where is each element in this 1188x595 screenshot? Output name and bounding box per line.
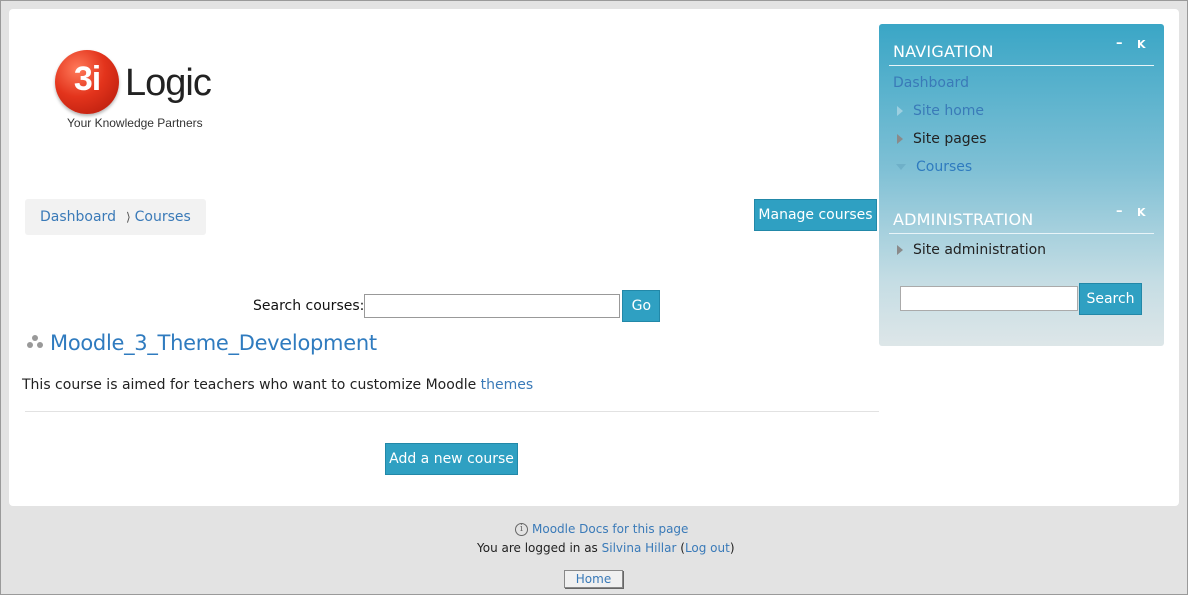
course-search-form: Search courses: Go: [253, 290, 661, 322]
course-heading: Moodle_3_Theme_Development: [27, 331, 377, 355]
add-course-button[interactable]: Add a new course: [385, 443, 518, 475]
nav-site-pages-label: Site pages: [913, 131, 987, 147]
breadcrumb-dashboard[interactable]: Dashboard: [40, 209, 116, 225]
hide-block-icon[interactable]: K: [1137, 38, 1146, 51]
search-courses-label: Search courses:: [253, 298, 365, 314]
login-info-text: You are logged in as: [477, 541, 602, 555]
moodle-docs-link[interactable]: Moodle Docs for this page: [532, 522, 688, 536]
manage-courses-button[interactable]: Manage courses: [754, 199, 877, 231]
course-summary: This course is aimed for teachers who wa…: [22, 377, 533, 393]
go-button[interactable]: Go: [622, 290, 661, 322]
navigation-divider: [889, 65, 1154, 66]
nav-site-pages[interactable]: Site pages: [897, 131, 987, 147]
breadcrumb-courses[interactable]: Courses: [135, 209, 191, 225]
expand-arrow-icon[interactable]: [897, 134, 903, 144]
sidebar: NAVIGATION – K Dashboard Site home Site …: [879, 24, 1164, 346]
moodle-docs: i Moodle Docs for this page: [515, 522, 688, 536]
breadcrumb-separator: ⟩: [125, 210, 131, 224]
nav-site-administration[interactable]: Site administration: [897, 242, 1046, 258]
collapse-arrow-icon[interactable]: [896, 164, 906, 170]
administration-block-title: ADMINISTRATION: [893, 210, 1034, 229]
site-logo[interactable]: 3i Logic Your Knowledge Partners: [55, 50, 225, 140]
breadcrumb: Dashboard ⟩ Courses: [25, 199, 206, 235]
admin-search-input[interactable]: [900, 286, 1078, 311]
dock-icon[interactable]: –: [1116, 204, 1123, 219]
logo-word: Logic: [125, 62, 212, 104]
course-icon: [27, 334, 44, 352]
logout-link[interactable]: Log out: [685, 541, 730, 555]
nav-dashboard[interactable]: Dashboard: [893, 75, 969, 91]
nav-site-home-link[interactable]: Site home: [913, 103, 984, 119]
administration-divider: [889, 233, 1154, 234]
hide-block-icon[interactable]: K: [1137, 206, 1146, 219]
course-summary-text: This course is aimed for teachers who wa…: [22, 377, 481, 393]
logo-tagline: Your Knowledge Partners: [67, 116, 203, 130]
logo-mark: 3i: [55, 50, 119, 114]
home-button[interactable]: Home: [564, 570, 623, 588]
main-page: 3i Logic Your Knowledge Partners Dashboa…: [9, 9, 1179, 506]
site-administration-label: Site administration: [913, 242, 1047, 258]
login-info: You are logged in as Silvina Hillar (Log…: [477, 541, 735, 555]
nav-dashboard-link[interactable]: Dashboard: [893, 75, 969, 91]
bullet-icon: [897, 106, 903, 116]
dock-icon[interactable]: –: [1116, 36, 1123, 51]
nav-site-home[interactable]: Site home: [897, 103, 984, 119]
navigation-block-title: NAVIGATION: [893, 42, 994, 61]
user-link[interactable]: Silvina Hillar: [602, 541, 677, 555]
search-courses-input[interactable]: [364, 294, 621, 318]
course-title-link[interactable]: Moodle_3_Theme_Development: [50, 331, 377, 355]
themes-link[interactable]: themes: [481, 377, 534, 393]
expand-arrow-icon[interactable]: [897, 245, 903, 255]
divider: [25, 411, 879, 412]
admin-search-button[interactable]: Search: [1079, 283, 1142, 315]
nav-courses[interactable]: Courses: [896, 159, 972, 175]
nav-courses-link[interactable]: Courses: [916, 159, 972, 175]
info-icon: i: [515, 522, 528, 536]
